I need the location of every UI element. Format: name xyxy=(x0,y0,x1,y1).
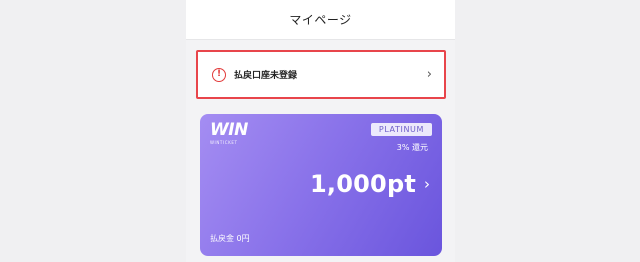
refund-balance: 払戻金 0円 xyxy=(210,234,250,243)
mypage-screen: マイページ ! 払戻口座未登録 › WIN WINTICKET PLATINUM… xyxy=(186,0,455,262)
points-balance: 1,000pt xyxy=(310,170,416,198)
logo-subtext: WINTICKET xyxy=(210,140,238,145)
return-rate: 3% 還元 xyxy=(396,143,428,152)
page-header: マイページ xyxy=(186,0,455,40)
bank-account-unregistered-row[interactable]: ! 払戻口座未登録 › xyxy=(196,50,446,99)
tier-badge: PLATINUM xyxy=(370,123,432,136)
points-card[interactable]: WIN WINTICKET PLATINUM 3% 還元 1,000pt › 払… xyxy=(200,114,442,256)
exclamation-circle-icon: ! xyxy=(212,67,226,82)
page-title: マイページ xyxy=(289,13,352,27)
bank-account-alert-label: 払戻口座未登録 xyxy=(234,71,298,81)
chevron-right-icon: › xyxy=(426,67,432,82)
chevron-right-icon[interactable]: › xyxy=(424,175,430,193)
logo-wordmark: WIN xyxy=(210,120,248,140)
winticket-logo: WIN WINTICKET xyxy=(210,120,248,146)
